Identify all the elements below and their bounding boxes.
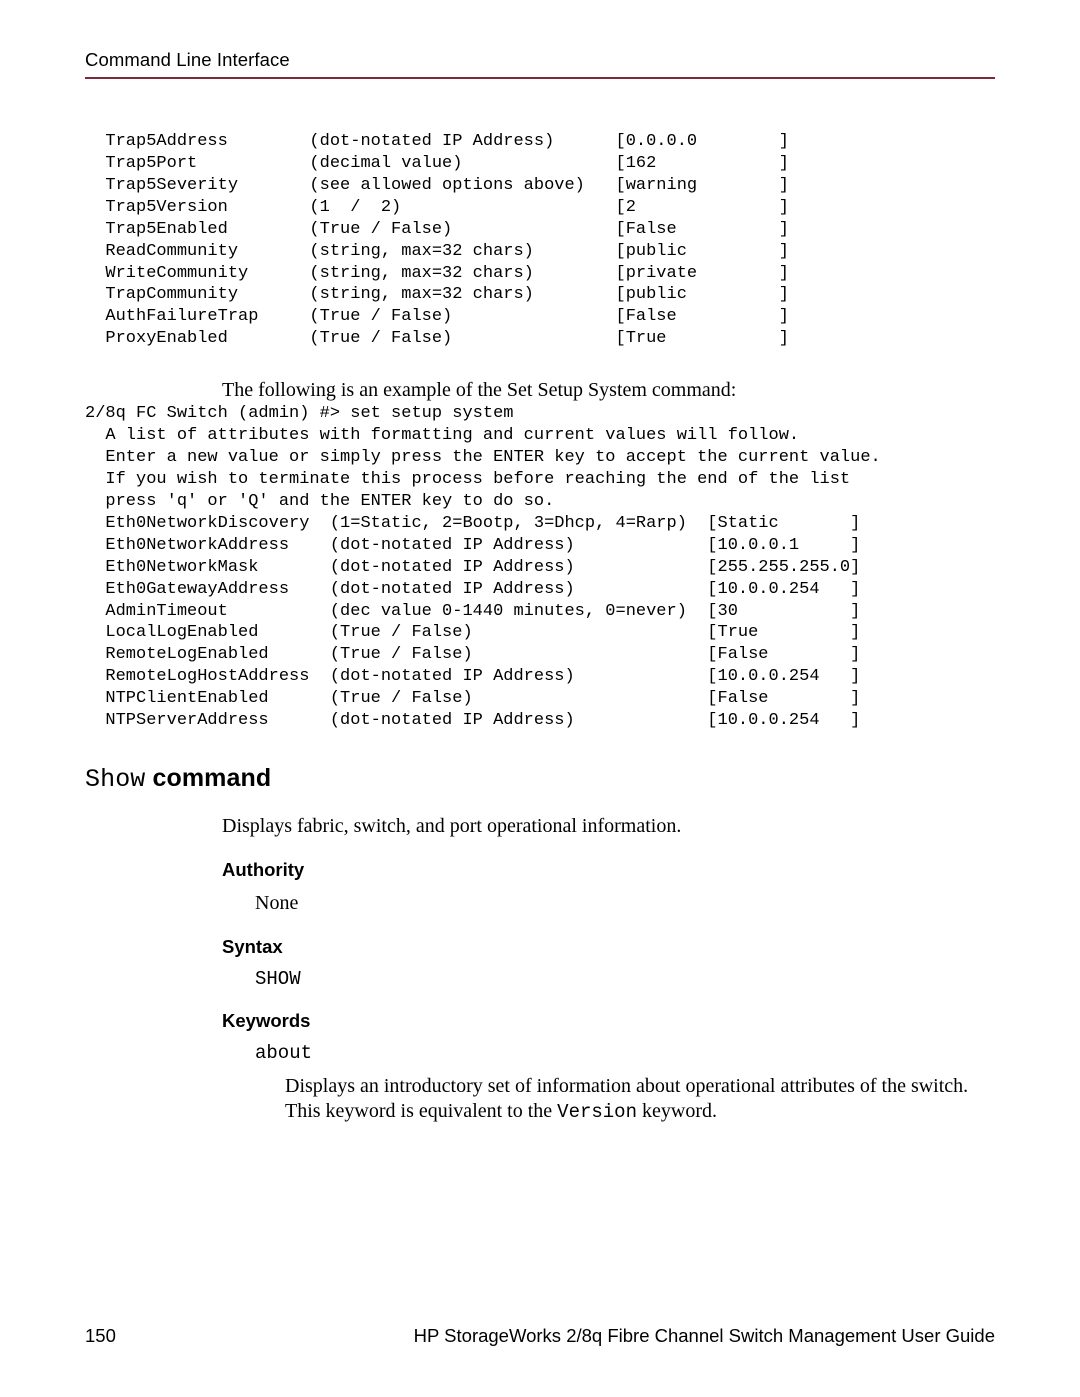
show-command-name: Show [85, 765, 145, 794]
authority-subhead: Authority [222, 859, 995, 881]
header-rule [85, 77, 995, 79]
authority-value: None [255, 891, 995, 916]
show-command-heading: Show command [85, 764, 995, 794]
kw-about-post: keyword. [637, 1100, 717, 1122]
content-body: Trap5Address (dot-notated IP Address) [0… [85, 131, 995, 1125]
eth-config-table: Eth0NetworkDiscovery (1=Static, 2=Bootp,… [85, 513, 995, 732]
syntax-subhead: Syntax [222, 936, 995, 958]
keywords-subhead: Keywords [222, 1010, 995, 1032]
keyword-about: about [255, 1042, 312, 1064]
kw-about-code: Version [557, 1101, 637, 1123]
page: Command Line Interface Trap5Address (dot… [0, 0, 1080, 1397]
page-footer: 150 HP StorageWorks 2/8q Fibre Channel S… [85, 1325, 995, 1347]
keyword-about-desc: Displays an introductory set of informat… [285, 1074, 995, 1125]
doc-title: HP StorageWorks 2/8q Fibre Channel Switc… [414, 1325, 995, 1347]
setup-intro-para: The following is an example of the Set S… [222, 378, 995, 403]
page-number: 150 [85, 1325, 116, 1347]
show-description: Displays fabric, switch, and port operat… [222, 814, 995, 839]
syntax-value: SHOW [255, 968, 301, 990]
running-head: Command Line Interface [85, 49, 995, 71]
setup-system-preamble: 2/8q FC Switch (admin) #> set setup syst… [85, 403, 995, 513]
show-command-label: command [145, 764, 271, 792]
snmp-trap-table: Trap5Address (dot-notated IP Address) [0… [85, 131, 995, 350]
